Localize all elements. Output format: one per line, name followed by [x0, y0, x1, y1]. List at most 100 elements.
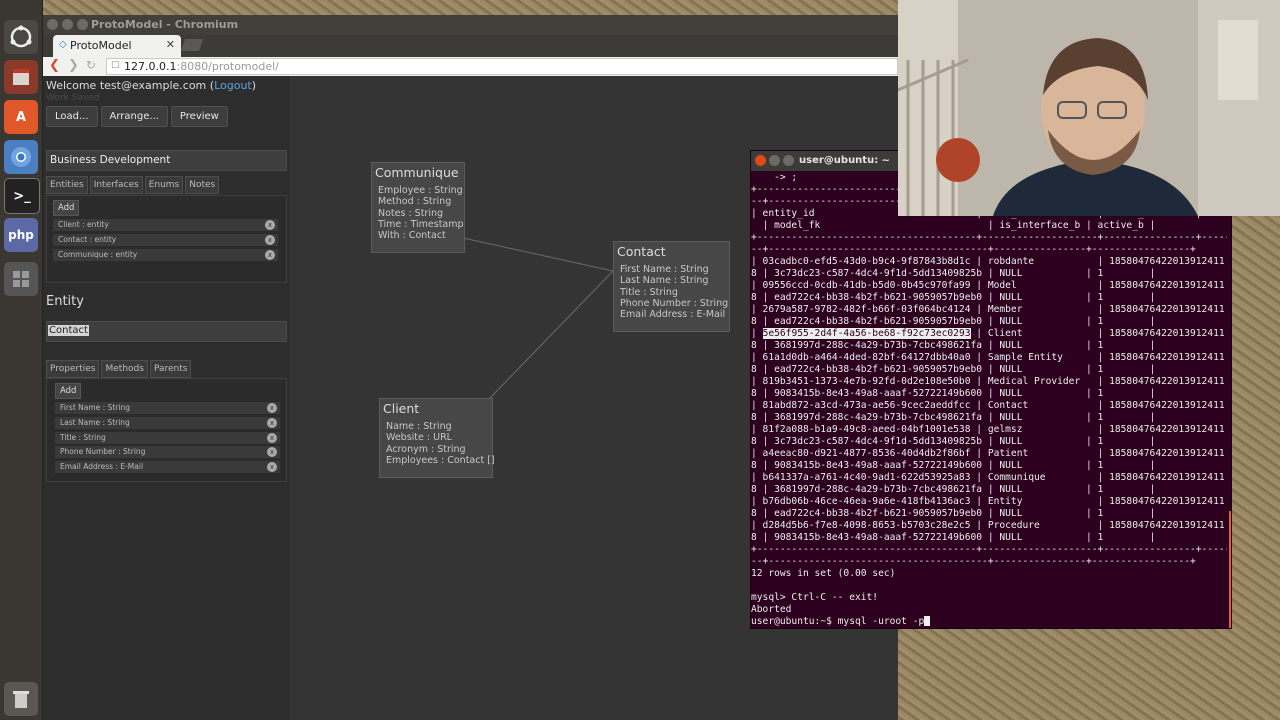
delete-icon[interactable]: x: [267, 462, 277, 472]
webcam-image: [898, 0, 1280, 216]
tab-strip: ◇ ProtoModel ✕: [43, 35, 898, 57]
terminal-line: --+-------------------------------------…: [751, 556, 1196, 567]
property-label: Email Address : E-Mail: [60, 462, 144, 471]
tab-close-icon[interactable]: ✕: [166, 38, 175, 51]
terminal-line: | model_fk | is_interface_b | active_b |: [751, 220, 1156, 231]
add-entity-button[interactable]: Add: [53, 200, 80, 216]
node-field: Phone Number : String: [620, 297, 729, 309]
tab-methods[interactable]: Methods: [101, 360, 148, 378]
entity-label: Communique : entity: [58, 250, 138, 259]
property-label: Phone Number : String: [60, 447, 146, 456]
delete-icon[interactable]: x: [267, 433, 277, 443]
node-field: Email Address : E-Mail: [620, 309, 726, 321]
terminal-line: 8 | 9083415b-8e43-49a8-aaaf-52722149b600…: [751, 532, 1156, 543]
node-field: Title : String: [620, 286, 678, 298]
entity-name-field[interactable]: Contact: [46, 321, 287, 342]
property-list: Add First Name : String x Last Name : Str…: [46, 378, 287, 482]
tab-interfaces[interactable]: Interfaces: [89, 176, 143, 194]
list-item[interactable]: Contact : entity x: [53, 234, 278, 246]
trash-icon[interactable]: [4, 682, 38, 716]
php-icon[interactable]: php: [4, 218, 38, 252]
entity-list: Add Client : entity x Contact : entity x C…: [46, 195, 287, 283]
dash-home-icon[interactable]: [4, 20, 38, 54]
terminal-output[interactable]: -> ;+-----------------------------------…: [751, 171, 1227, 628]
tab-enums[interactable]: Enums: [144, 176, 184, 194]
reload-icon[interactable]: ↻: [86, 58, 96, 72]
browser-titlebar: ProtoModel - Chromium: [43, 15, 898, 35]
entity-node-contact[interactable]: Contact First Name : String Last Name : …: [613, 241, 730, 332]
load-button[interactable]: Load...: [46, 106, 98, 127]
node-field: First Name : String: [620, 264, 709, 275]
link-client-contact: [488, 270, 614, 400]
node-field: Time : Timestamp: [378, 218, 464, 230]
list-item[interactable]: Last Name : String x: [55, 417, 280, 429]
list-item[interactable]: Title : String x: [55, 432, 280, 444]
welcome-label: Welcome test@example.com (: [46, 79, 215, 92]
terminal-line: | 09556ccd-0cdb-41db-b5d0-0b45c970fa99 |…: [751, 280, 1225, 291]
files-icon[interactable]: [4, 60, 38, 94]
terminal-line: | 2679a587-9782-482f-b66f-03f064bc4124 |…: [751, 304, 1225, 315]
page-info-icon: □: [111, 60, 120, 70]
terminal-line: | a4eeac80-d921-4877-8536-40d4db2f86bf |…: [751, 448, 1225, 459]
chromium-icon[interactable]: [4, 140, 38, 174]
forward-icon[interactable]: ❯: [68, 58, 79, 73]
terminal-line: 8 | 3681997d-288c-4a29-b73b-7cbc498621fa…: [751, 412, 1156, 423]
terminal-line: --+-------------------------------------…: [751, 244, 1196, 255]
software-center-icon[interactable]: A: [4, 100, 38, 134]
list-item[interactable]: Email Address : E-Mail x: [55, 461, 280, 473]
list-item[interactable]: Phone Number : String x: [55, 446, 280, 458]
node-field: Employees : Contact []: [386, 454, 495, 466]
entity-node-client[interactable]: Client Name : String Website : URL Acron…: [379, 398, 495, 478]
url-host: 127.0.0.1: [124, 60, 177, 73]
terminal-line: | 81f2a088-b1a9-49c8-aeed-04bf1001e538 |…: [751, 424, 1225, 435]
terminal-close-button[interactable]: [755, 155, 766, 166]
property-label: Title : String: [60, 433, 106, 442]
terminal-line: 8 | ead722c4-bb38-4b2f-b621-9059057b9eb0…: [751, 364, 1156, 375]
tab-protomodel[interactable]: ◇ ProtoModel ✕: [53, 35, 181, 57]
terminal-title: user@ubuntu: ~: [799, 155, 891, 166]
preview-button[interactable]: Preview: [170, 106, 228, 127]
entity-node-communique[interactable]: Communique Employee : String Method : St…: [371, 162, 465, 253]
address-bar[interactable]: □ 127.0.0.1:8080/protomodel/: [106, 58, 898, 75]
window-maximize-button[interactable]: [77, 19, 88, 30]
arrange-button[interactable]: Arrange...: [100, 106, 168, 127]
terminal-icon[interactable]: >_: [4, 178, 40, 214]
terminal-line: 8 | 9083415b-8e43-49a8-aaaf-52722149b600…: [751, 388, 1156, 399]
terminal-minimize-button[interactable]: [769, 155, 780, 166]
list-item[interactable]: Client : entity x: [53, 219, 278, 231]
tab-parents[interactable]: Parents: [149, 360, 192, 378]
terminal-window[interactable]: user@ubuntu: ~ -> ;+--------------------…: [750, 150, 1232, 629]
terminal-line: 8 | 3c73dc23-c587-4dc4-9f1d-5dd13409825b…: [751, 268, 1156, 279]
list-item[interactable]: First Name : String x: [55, 402, 280, 414]
tab-properties[interactable]: Properties: [46, 360, 100, 378]
back-icon[interactable]: ❮: [49, 58, 60, 73]
node-field: Method : String: [378, 196, 452, 208]
welcome-close-paren: ): [251, 79, 257, 92]
tab-label: ProtoModel: [70, 39, 132, 52]
tab-notes[interactable]: Notes: [185, 176, 220, 194]
delete-icon[interactable]: x: [265, 220, 275, 230]
list-item[interactable]: Communique : entity x: [53, 249, 278, 261]
terminal-line: mysql> Ctrl-C -- exit!: [751, 592, 879, 603]
tab-entities[interactable]: Entities: [46, 176, 88, 194]
delete-icon[interactable]: x: [265, 250, 275, 260]
window-close-button[interactable]: [47, 19, 58, 30]
delete-icon[interactable]: x: [267, 447, 277, 457]
entity-heading: Entity: [46, 294, 84, 309]
terminal-maximize-button[interactable]: [783, 155, 794, 166]
node-field: Website : URL: [386, 432, 452, 444]
delete-icon[interactable]: x: [265, 235, 275, 245]
window-minimize-button[interactable]: [62, 19, 73, 30]
new-tab-button[interactable]: [180, 39, 204, 51]
add-property-button[interactable]: Add: [55, 383, 82, 399]
delete-icon[interactable]: x: [267, 418, 277, 428]
terminal-line: 8 | ead722c4-bb38-4b2f-b621-9059057b9eb0…: [751, 508, 1156, 519]
node-field: Last Name : String: [620, 275, 709, 287]
terminal-line: Aborted: [751, 604, 792, 615]
terminal-line: +--------------------------------------+…: [751, 544, 1227, 555]
entity-label: Contact : entity: [58, 235, 117, 244]
delete-icon[interactable]: x: [267, 403, 277, 413]
model-name-field[interactable]: Business Development: [46, 150, 287, 171]
workspace-switcher-icon[interactable]: [4, 262, 38, 296]
logout-link[interactable]: Logout: [214, 79, 252, 92]
